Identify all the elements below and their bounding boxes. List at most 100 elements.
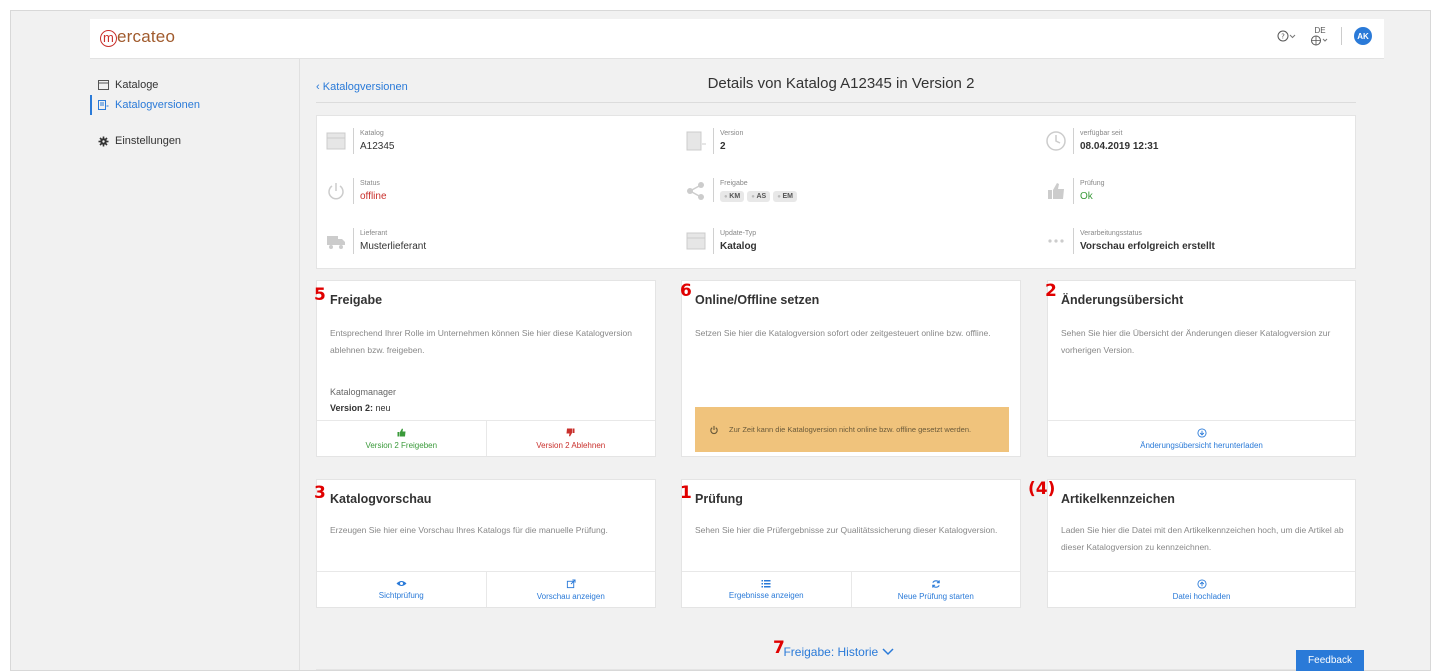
visual-check-label: Sichtprüfung [378, 591, 424, 600]
annotation-marker: 5 [314, 285, 326, 305]
info-value: Vorschau erfolgreich erstellt [1080, 241, 1215, 252]
info-label: Freigabe [720, 180, 748, 187]
card-description: Entsprechend Ihrer Rolle im Unternehmen … [330, 328, 632, 355]
divider [1341, 27, 1342, 45]
card-online-offline: Online/Offline setzen Setzen Sie hier di… [681, 280, 1021, 457]
annotation-marker: 2 [1045, 281, 1057, 301]
info-value: Ok [1080, 191, 1093, 202]
upload-file-label: Datei hochladen [1172, 591, 1231, 601]
download-changes-button[interactable]: Änderungsübersicht herunterladen [1048, 421, 1355, 456]
info-label: Prüfung [1080, 180, 1105, 187]
feedback-button[interactable]: Feedback [1296, 650, 1364, 671]
help-icon: ? [1277, 30, 1296, 42]
help-menu[interactable]: ? [1277, 25, 1299, 47]
logo[interactable]: m ercateo [100, 27, 175, 47]
language-menu[interactable]: DE [1311, 26, 1329, 46]
app-window: m ercateo ? DE AK Kataloge Katalogversio… [10, 10, 1431, 671]
warning-text: Zur Zeit kann die Katalogversion nicht o… [729, 424, 972, 434]
info-label: Katalog [360, 130, 384, 137]
info-value: A12345 [360, 141, 395, 152]
info-katalog: Katalog A12345 [325, 128, 625, 154]
sidebar-item-katalogversionen[interactable]: Katalogversionen [90, 95, 299, 115]
card-pruefung: Prüfung Sehen Sie hier die Prüfergebniss… [681, 479, 1021, 608]
card-title: Artikelkennzeichen [1061, 492, 1175, 506]
warning-banner: Zur Zeit kann die Katalogversion nicht o… [695, 407, 1009, 452]
info-label: Verarbeitungsstatus [1080, 230, 1142, 237]
history-toggle[interactable]: Freigabe: Historie [311, 645, 1366, 659]
catalog-icon [98, 80, 109, 90]
sidebar-item-einstellungen[interactable]: Einstellungen [90, 131, 299, 151]
card-description: Sehen Sie hier die Übersicht der Änderun… [1061, 328, 1331, 355]
upload-file-button[interactable]: Datei hochladen [1048, 572, 1355, 607]
ellipsis-icon [1048, 239, 1064, 243]
top-bar: m ercateo ? DE AK [90, 19, 1384, 59]
card-freigabe: Freigabe Entsprechend Ihrer Rolle im Unt… [316, 280, 656, 457]
main-content: ‹ Katalogversionen Details von Katalog A… [311, 59, 1381, 670]
thumbs-up-icon [1048, 183, 1064, 199]
power-icon [710, 425, 718, 434]
card-description: Erzeugen Sie hier eine Vorschau Ihres Ka… [330, 525, 608, 535]
card-title: Freigabe [330, 293, 383, 307]
share-icon [687, 182, 704, 200]
reject-label: Version 2 Ablehnen [536, 441, 606, 450]
sidebar-item-kataloge[interactable]: Kataloge [90, 75, 299, 95]
annotation-marker: 6 [680, 281, 692, 301]
card-title: Prüfung [695, 492, 743, 506]
logo-initial: m [100, 30, 117, 47]
info-value: Katalog [720, 241, 757, 252]
info-verfuegbar: verfügbar seit 08.04.2019 12:31 [1045, 128, 1345, 154]
card-title: Online/Offline setzen [695, 293, 820, 307]
approval-chips: KM AS EM [720, 191, 798, 202]
info-label: Status [360, 180, 380, 187]
card-actions: Datei hochladen [1048, 571, 1355, 607]
info-value: 08.04.2019 12:31 [1080, 141, 1159, 152]
approve-label: Version 2 Freigeben [365, 441, 438, 450]
approve-button[interactable]: Version 2 Freigeben [317, 421, 486, 456]
card-aenderungsuebersicht: Änderungsübersicht Sehen Sie hier die Üb… [1047, 280, 1356, 457]
info-value: Musterlieferant [360, 241, 427, 252]
approval-chip: KM [720, 191, 745, 202]
logo-text: ercateo [117, 27, 176, 46]
sidebar-item-label: Katalogversionen [115, 99, 201, 111]
info-label: verfügbar seit [1080, 130, 1123, 137]
card-description: Sehen Sie hier die Prüfergebnisse zur Qu… [695, 525, 998, 535]
annotation-marker: (4) [1028, 479, 1056, 499]
eye-icon [396, 581, 407, 586]
approval-chip: AS [747, 191, 771, 202]
role-version: Version 2: [330, 403, 374, 413]
info-label: Update-Typ [720, 230, 757, 237]
history-label: Freigabe: Historie [783, 645, 879, 659]
card-actions: Version 2 Freigeben Version 2 Ablehnen [317, 420, 655, 456]
versions-icon [98, 100, 109, 110]
language-code: DE [1314, 26, 1326, 35]
globe-icon [1311, 35, 1328, 46]
info-value: 2 [720, 141, 726, 152]
info-panel: Katalog A12345 Version 2 verfügbar seit 08.… [316, 115, 1356, 269]
reject-button[interactable]: Version 2 Ablehnen [485, 421, 656, 456]
catalog-icon [326, 132, 346, 150]
sidebar-item-label: Kataloge [115, 79, 159, 91]
card-actions: Änderungsübersicht herunterladen [1048, 420, 1355, 456]
download-icon [1196, 427, 1207, 438]
divider [316, 102, 1356, 103]
annotation-marker: 7 [773, 638, 785, 658]
card-actions: Ergebnisse anzeigen Neue Prüfung starten [682, 571, 1020, 607]
start-check-label: Neue Prüfung starten [897, 591, 974, 601]
svg-text:?: ? [1281, 33, 1285, 41]
download-changes-label: Änderungsübersicht herunterladen [1140, 440, 1263, 450]
show-results-button[interactable]: Ergebnisse anzeigen [682, 572, 851, 607]
top-actions: ? DE AK [1277, 25, 1372, 47]
info-version: Version 2 [685, 128, 985, 154]
info-lieferant: Lieferant Musterlieferant [325, 228, 625, 254]
info-verarbeitung: Verarbeitungsstatus Vorschau erfolgreich … [1045, 228, 1345, 254]
start-check-button[interactable]: Neue Prüfung starten [850, 572, 1021, 607]
avatar[interactable]: AK [1354, 27, 1372, 45]
visual-check-button[interactable]: Sichtprüfung [317, 572, 486, 607]
chevron-down-icon [882, 648, 894, 656]
role-status: neu [373, 403, 391, 413]
status-badge: offline [360, 191, 387, 202]
thumbs-up-icon [397, 428, 406, 437]
show-preview-button[interactable]: Vorschau anzeigen [485, 572, 656, 607]
annotation-marker: 3 [314, 483, 326, 503]
catalog-icon [686, 232, 706, 250]
